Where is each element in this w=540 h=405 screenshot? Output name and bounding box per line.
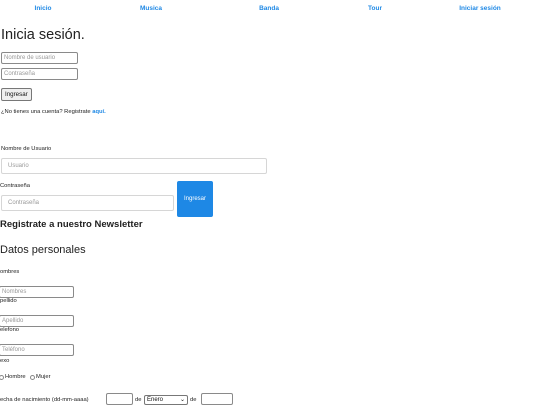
sex-label: exo [0,358,10,364]
birth-de-1: de [135,397,142,403]
register-text: ¿No tienes una cuenta? Registrate [1,109,91,115]
nav-item-banda[interactable]: Banda [259,5,279,12]
username-input-top[interactable]: Nombre de usuario [1,52,78,64]
names-input[interactable]: Nombres [0,286,74,298]
phone-label: elefono [0,327,20,333]
newsletter-title: Registrate a nuestro Newsletter [0,219,143,230]
page: Inicio Musica Banda Tour Iniciar sesión … [0,0,540,405]
birth-month-value: Enero [147,397,164,403]
nav-item-iniciar-sesion[interactable]: Iniciar sesión [459,5,501,12]
nav-item-musica[interactable]: Musica [140,5,162,12]
birth-de-2: de [190,397,197,403]
login-submit-button[interactable]: Ingresar [177,181,213,217]
female-label: Mujer [36,374,51,380]
password-input-top[interactable]: Contraseña [1,68,78,80]
username-input[interactable]: Usuario [1,158,267,174]
password-label: Contraseña [0,183,30,189]
names-label: ombres [0,269,20,275]
radio-female[interactable] [30,375,35,380]
login-button-top[interactable]: Ingresar [1,88,32,101]
birth-day-input[interactable] [106,393,133,405]
nav-item-tour[interactable]: Tour [368,5,382,12]
register-prompt: ¿No tienes una cuenta? Registrate aquí. [1,109,106,115]
male-label: Hombre [5,374,26,380]
username-label: Nombre de Usuario [1,146,52,152]
login-title: Inicia sesión. [1,27,85,43]
top-nav: Inicio Musica Banda Tour Iniciar sesión [0,0,540,18]
personal-data-title: Datos personales [0,244,86,256]
register-link[interactable]: aquí. [92,109,106,115]
birth-year-input[interactable] [201,393,233,405]
lastname-label: pellido [0,298,17,304]
password-input[interactable]: Contraseña [1,195,174,211]
nav-item-inicio[interactable]: Inicio [35,5,52,12]
birthdate-label: echa de nacimiento (dd-mm-aaaa) [0,397,89,403]
phone-input[interactable]: Teléfono [0,344,74,356]
radio-male[interactable] [0,375,4,380]
birth-month-select[interactable]: Enero ⌄ [144,395,188,405]
lastname-input[interactable]: Apellido [0,315,74,327]
chevron-down-icon: ⌄ [179,397,185,403]
